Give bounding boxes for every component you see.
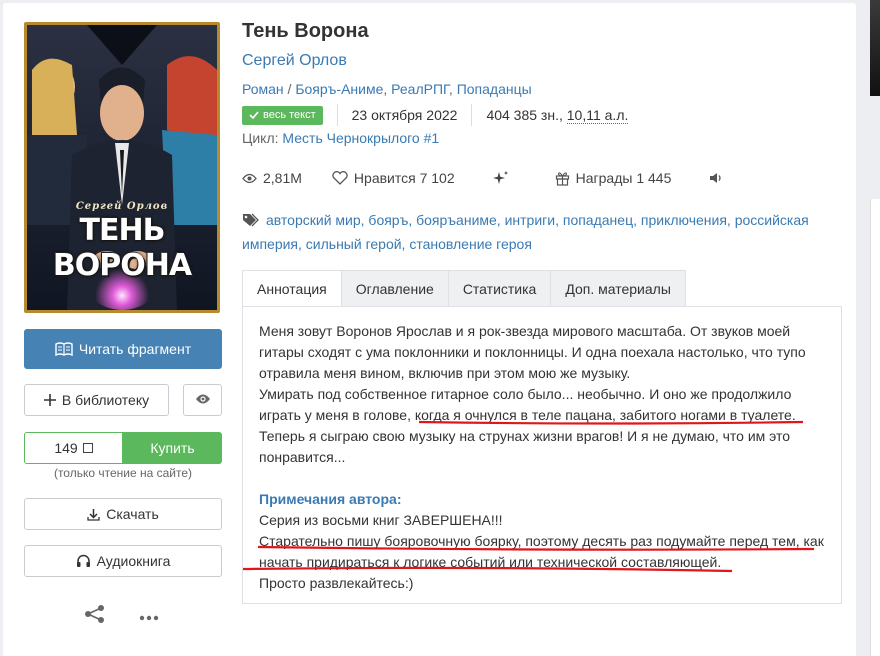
cycle-line: Цикл: Месть Чернокрылого #1 <box>242 130 439 146</box>
awards-stat[interactable]: Награды 1 445 <box>555 170 672 186</box>
author-link[interactable]: Сергей Орлов <box>242 52 347 70</box>
side-panel <box>870 199 880 656</box>
author-notes-title: Примечания автора: <box>259 491 402 507</box>
genre-link[interactable]: Бояръ-Аниме <box>295 81 383 97</box>
gift-icon <box>555 171 569 186</box>
sparkle-button[interactable] <box>492 170 515 186</box>
stats-row: 2,81M Нравится 7 102 Награды 1 445 <box>242 168 729 188</box>
library-label: В библиотеку <box>61 392 150 408</box>
buy-button[interactable]: Купить <box>123 432 222 464</box>
tag-link[interactable]: бояръ <box>368 212 408 228</box>
form-link[interactable]: Роман <box>242 81 284 97</box>
watch-button[interactable] <box>183 384 222 416</box>
sparkle-icon <box>492 171 508 184</box>
tag-link[interactable]: становление героя <box>409 236 532 252</box>
author-note-line: Просто развлекайтесь:) <box>259 575 414 591</box>
download-label: Скачать <box>106 506 159 522</box>
eye-icon <box>195 392 211 408</box>
views-count: 2,81M <box>263 170 302 186</box>
headphones-icon <box>76 554 91 568</box>
tab-contents[interactable]: Оглавление <box>341 270 449 307</box>
divider <box>471 104 473 126</box>
tab-bar: Аннотация Оглавление Статистика Доп. мат… <box>242 270 686 307</box>
tag-link[interactable]: бояръаниме <box>416 212 497 228</box>
full-text-badge: весь текст <box>242 105 323 125</box>
meta-row: весь текст 23 октября 2022 404 385 зн., … <box>242 104 629 126</box>
annotation-line: отравила меня вином, включив при этом мо… <box>259 365 631 381</box>
likes-stat[interactable]: Нравится 7 102 <box>332 170 455 186</box>
annotation-line: Теперь я сыграю свою музыку на струнах ж… <box>259 428 791 444</box>
author-note-line: Серия из восьми книг ЗАВЕРШЕНА!!! <box>259 512 503 528</box>
tags-list: авторский мир, бояръ, бояръаниме, интриг… <box>242 211 809 252</box>
audiobook-label: Аудиокнига <box>96 553 171 569</box>
book-open-icon <box>55 342 73 356</box>
awards-count: Награды 1 445 <box>575 170 672 186</box>
genre-link[interactable]: Попаданцы <box>457 81 532 97</box>
read-fragment-label: Читать фрагмент <box>78 341 192 357</box>
audiobook-button[interactable]: Аудиокнига <box>24 545 222 577</box>
cycle-link[interactable]: Месть Чернокрылого #1 <box>282 130 439 146</box>
download-button[interactable]: Скачать <box>24 498 222 530</box>
red-underline <box>418 420 804 425</box>
audio-preview-button[interactable] <box>709 172 729 184</box>
book-cover[interactable]: Сергей Орлов ТЕНЬ ВОРОНА <box>24 22 220 313</box>
likes-count: Нравится 7 102 <box>353 170 455 186</box>
tag-icon <box>242 211 260 233</box>
only-read-note: (только чтение на сайте) <box>53 466 193 480</box>
currency-icon <box>82 443 93 453</box>
cover-title: ТЕНЬ ВОРОНА <box>52 213 192 283</box>
tag-link[interactable]: интриги <box>505 212 556 228</box>
tag-link[interactable]: попаданец <box>563 212 633 228</box>
annotation-line: гитары сходят с ума поклонники и поклонн… <box>259 344 806 360</box>
price-value: 149 <box>54 440 78 456</box>
heart-icon <box>332 171 348 185</box>
side-banner <box>870 0 880 96</box>
book-title: Тень Ворона <box>242 20 369 42</box>
cycle-label: Цикл: <box>242 130 279 146</box>
char-count: 404 385 зн., <box>486 107 563 123</box>
add-to-library-button[interactable]: В библиотеку <box>24 384 169 416</box>
divider <box>336 104 338 126</box>
share-icon[interactable] <box>84 604 106 629</box>
price-field[interactable]: 149 <box>24 432 123 464</box>
speaker-icon <box>710 173 722 183</box>
plus-icon <box>43 394 56 406</box>
tab-annotation[interactable]: Аннотация <box>242 270 342 307</box>
tab-extra-materials[interactable]: Доп. материалы <box>551 270 686 307</box>
tag-link[interactable]: сильный герой <box>306 236 402 252</box>
red-underline <box>242 545 815 573</box>
views-stat: 2,81M <box>242 170 302 186</box>
genre-link[interactable]: РеалРПГ <box>391 81 449 97</box>
check-icon <box>249 111 259 119</box>
author-sheets[interactable]: 10,11 а.л. <box>566 107 629 124</box>
tab-statistics[interactable]: Статистика <box>448 270 552 307</box>
tag-link[interactable]: приключения <box>641 212 727 228</box>
annotation-line: Умирать под собственное гитарное соло бы… <box>259 386 792 402</box>
publish-date: 23 октября 2022 <box>351 107 458 123</box>
annotation-line: Меня зовут Воронов Ярослав и я рок-звезд… <box>259 323 791 339</box>
eye-icon <box>242 173 257 183</box>
cover-author: Сергей Орлов <box>75 201 169 212</box>
full-text-label: весь текст <box>263 109 316 121</box>
tag-link[interactable]: авторский мир <box>266 212 361 228</box>
genres-line: Роман / Бояръ-Аниме, РеалРПГ, Попаданцы <box>242 81 532 97</box>
annotation-line: понравится... <box>259 449 346 465</box>
read-fragment-button[interactable]: Читать фрагмент <box>24 329 222 369</box>
more-icon[interactable] <box>139 605 159 626</box>
download-icon <box>87 508 100 521</box>
